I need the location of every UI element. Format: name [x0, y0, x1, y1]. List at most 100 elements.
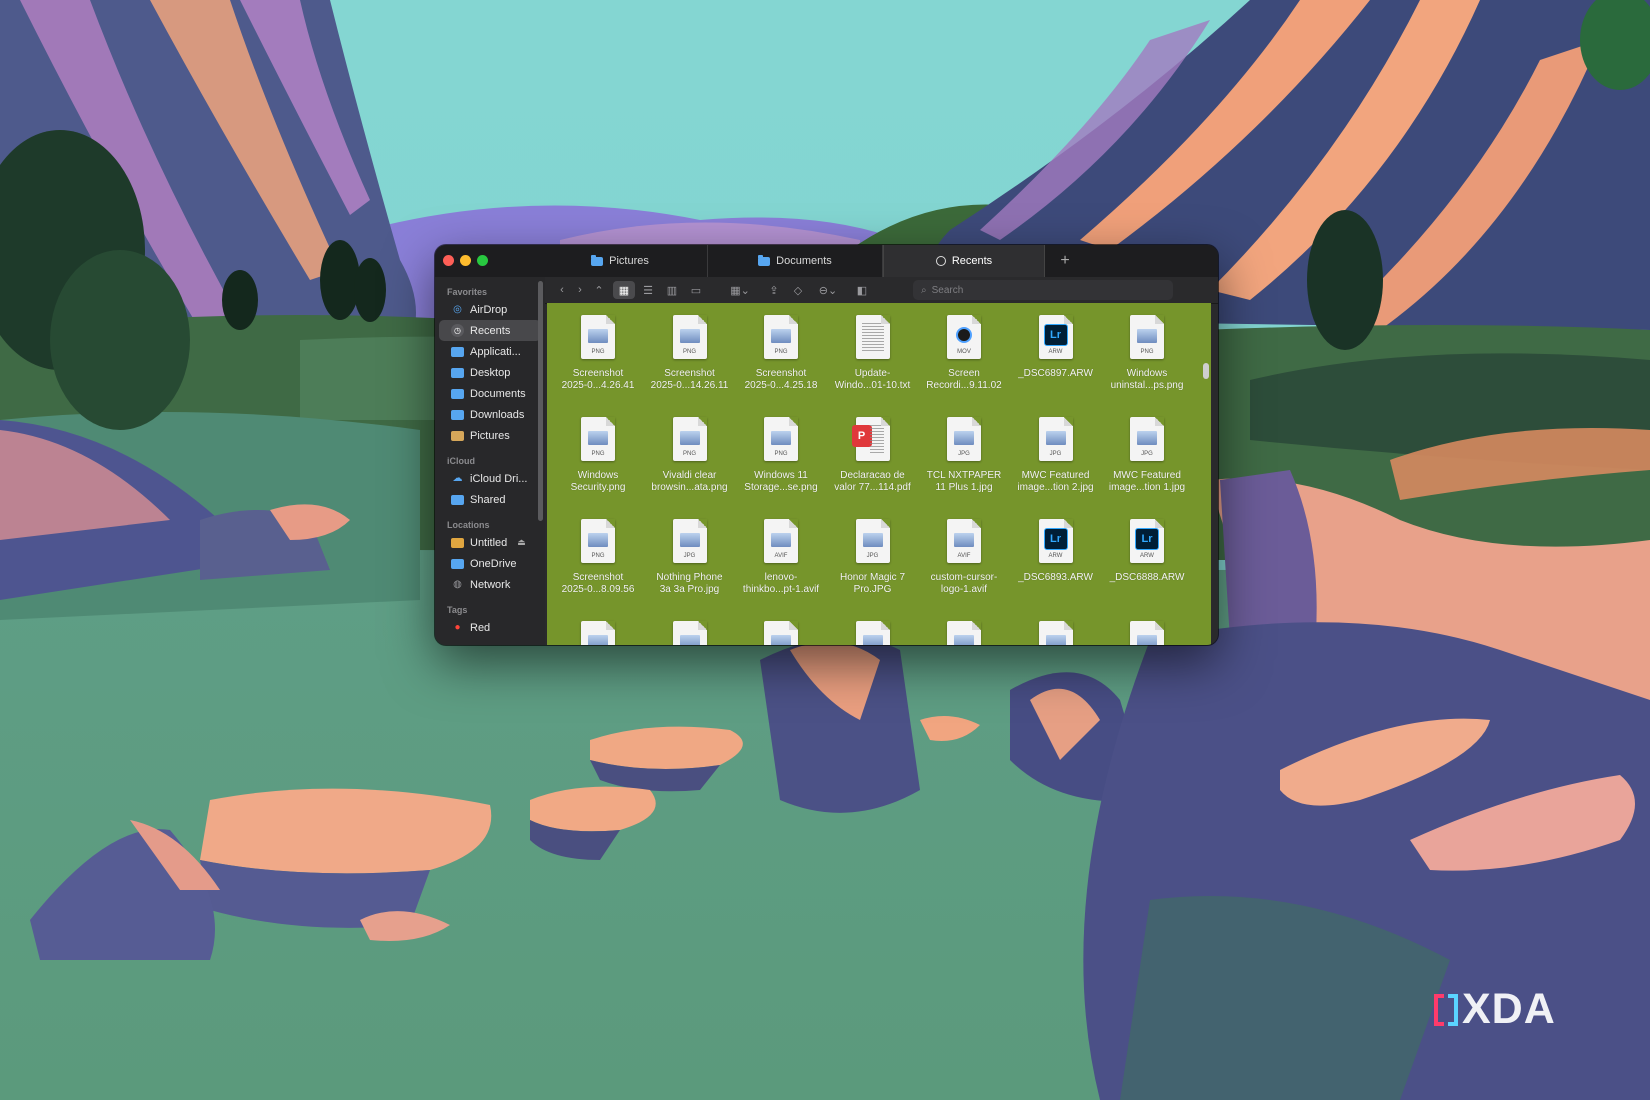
- share-icon[interactable]: ⇪: [765, 281, 783, 299]
- file-item[interactable]: PNG Screenshot 2025-0...4.26.41: [553, 315, 643, 392]
- shared-icon: [451, 494, 464, 505]
- list-view-icon[interactable]: ☰: [637, 281, 659, 299]
- file-name-line: browsin...ata.png: [651, 482, 728, 493]
- file-name-line: thinkbo...pt-1.avif: [742, 584, 820, 595]
- file-extension-label: PNG: [1140, 349, 1154, 355]
- file-item[interactable]: [1011, 621, 1101, 645]
- file-item[interactable]: [553, 621, 643, 645]
- file-item[interactable]: Update- Windo...01-10.txt: [828, 315, 918, 392]
- file-name-line: Security.png: [570, 482, 626, 493]
- file-item[interactable]: Lr ARW _DSC6893.ARW: [1011, 519, 1101, 584]
- image-file-icon: PNG: [764, 417, 798, 461]
- sidebar-item-untitled[interactable]: Untitled ⏏: [439, 532, 541, 553]
- file-item[interactable]: PNG Windows uninstal...ps.png: [1102, 315, 1192, 392]
- tab-recents[interactable]: Recents: [883, 245, 1045, 277]
- back-icon[interactable]: ‹: [555, 281, 569, 299]
- sidebar-item-tag-red[interactable]: ● Red: [439, 617, 541, 638]
- file-item[interactable]: JPG Honor Magic 7 Pro.JPG: [828, 519, 918, 596]
- icon-view-icon[interactable]: ▦: [613, 281, 635, 299]
- folder-icon: [451, 409, 464, 420]
- file-name-line: Windows 11: [754, 470, 808, 481]
- thumbnail-icon: [1045, 635, 1066, 645]
- file-name-line: Vivaldi clear: [662, 470, 717, 481]
- file-item[interactable]: PNG Screenshot 2025-0...8.09.56: [553, 519, 643, 596]
- thumbnail-icon: [771, 431, 791, 445]
- new-tab-button[interactable]: +: [1045, 245, 1085, 277]
- thumbnail-icon: [679, 635, 700, 645]
- file-item[interactable]: Lr ARW _DSC6897.ARW: [1011, 315, 1101, 380]
- file-item[interactable]: [736, 621, 826, 645]
- file-item[interactable]: JPG Nothing Phone 3a 3a Pro.jpg: [645, 519, 735, 596]
- sidebar-item-airdrop[interactable]: ◎ AirDrop: [439, 299, 541, 320]
- group-by-icon[interactable]: ▦⌄: [725, 281, 755, 299]
- close-button[interactable]: [443, 255, 454, 266]
- content-scrollbar[interactable]: [1203, 363, 1209, 379]
- sidebar-item-recents[interactable]: ◷ Recents: [439, 320, 541, 341]
- preview-icon[interactable]: ◧: [853, 281, 871, 299]
- file-name: MWC Featured image...tion 2.jpg: [1011, 470, 1101, 494]
- lightroom-file-icon: Lr ARW: [1130, 519, 1164, 563]
- sidebar-item-shared[interactable]: Shared: [439, 489, 541, 510]
- file-name-line: Recordi...9.11.02: [926, 380, 1002, 391]
- column-view-icon[interactable]: ▥: [661, 281, 683, 299]
- drive-icon: [451, 537, 464, 548]
- file-item[interactable]: AVIF custom-cursor-logo-1.avif: [919, 519, 1009, 596]
- sidebar-section-title: Locations: [447, 520, 490, 530]
- sidebar-item-desktop[interactable]: Desktop: [439, 362, 541, 383]
- sidebar-item-onedrive[interactable]: OneDrive: [439, 553, 541, 574]
- thumbnail-icon: [679, 533, 700, 547]
- tab-label: Recents: [951, 255, 993, 267]
- image-file-icon: JPG: [947, 417, 981, 461]
- tag-icon[interactable]: ◇: [789, 281, 807, 299]
- file-item[interactable]: JPG TCL NXTPAPER 11 Plus 1.jpg: [919, 417, 1009, 494]
- file-item[interactable]: [1102, 621, 1192, 645]
- file-item[interactable]: PNG Vivaldi clear browsin...ata.png: [645, 417, 735, 494]
- tab-pictures[interactable]: Pictures: [533, 245, 708, 277]
- image-file-icon: JPG: [1038, 417, 1073, 461]
- file-name-line: MWC Featured: [1021, 470, 1090, 481]
- search-field[interactable]: ⌕ Search: [913, 280, 1173, 300]
- zoom-button[interactable]: [477, 255, 488, 266]
- file-item[interactable]: [828, 621, 918, 645]
- file-extension-label: AVIF: [957, 553, 971, 559]
- sidebar-item-network[interactable]: ◍ Network: [439, 574, 541, 595]
- file-item[interactable]: AVIF lenovo-thinkbo...pt-1.avif: [736, 519, 826, 596]
- xda-watermark: XDA: [1434, 985, 1556, 1034]
- file-item[interactable]: [645, 621, 735, 645]
- file-grid-area[interactable]: PNG Screenshot 2025-0...4.26.41 PNG Screensh…: [547, 303, 1211, 645]
- file-item[interactable]: PNG Windows 11 Storage...se.png: [736, 417, 826, 494]
- clock-icon: [935, 256, 946, 266]
- sidebar-item-pictures[interactable]: Pictures: [439, 425, 541, 446]
- sidebar-item-applications[interactable]: Applicati...: [439, 341, 541, 362]
- file-extension-label: AVIF: [774, 553, 788, 559]
- file-item[interactable]: JPG MWC Featured image...tion 2.jpg: [1011, 417, 1101, 494]
- minimize-button[interactable]: [460, 255, 471, 266]
- sidebar-item-downloads[interactable]: Downloads: [439, 404, 541, 425]
- enclosing-folder-icon[interactable]: ⌃: [591, 281, 607, 299]
- sidebar-scrollbar[interactable]: [538, 281, 543, 521]
- file-item[interactable]: MOV Screen Recordi...9.11.02: [919, 315, 1009, 392]
- thumbnail-icon: [862, 533, 883, 547]
- image-file-icon: PNG: [672, 315, 707, 359]
- file-item[interactable]: PNG Screenshot 2025-0...14.26.11: [645, 315, 735, 392]
- sidebar-item-documents[interactable]: Documents: [439, 383, 541, 404]
- gallery-view-icon[interactable]: ▭: [685, 281, 707, 299]
- thumbnail-icon: [1137, 635, 1157, 645]
- tab-label: Documents: [776, 255, 832, 267]
- sidebar-item-icloud-drive[interactable]: ☁ iCloud Dri...: [439, 468, 541, 489]
- action-menu-icon[interactable]: ⊖⌄: [813, 281, 843, 299]
- image-file-icon: PNG: [1130, 315, 1164, 359]
- image-file-icon: PNG: [581, 519, 615, 563]
- file-extension-label: PNG: [591, 451, 605, 457]
- file-name-line: TCL NXTPAPER: [926, 470, 1002, 481]
- eject-icon[interactable]: ⏏: [517, 537, 526, 548]
- file-item[interactable]: JPG MWC Featured image...tion 1.jpg: [1102, 417, 1192, 494]
- file-item[interactable]: [919, 621, 1009, 645]
- forward-icon[interactable]: ›: [573, 281, 587, 299]
- file-item[interactable]: P Declaracao de valor 77...114.pdf: [828, 417, 918, 494]
- file-item[interactable]: Lr ARW _DSC6888.ARW: [1102, 519, 1192, 584]
- file-item[interactable]: PNG Screenshot 2025-0...4.25.18: [736, 315, 826, 392]
- file-item[interactable]: PNG Windows Security.png: [553, 417, 643, 494]
- clock-icon: ◷: [451, 324, 464, 337]
- tab-documents[interactable]: Documents: [708, 245, 883, 277]
